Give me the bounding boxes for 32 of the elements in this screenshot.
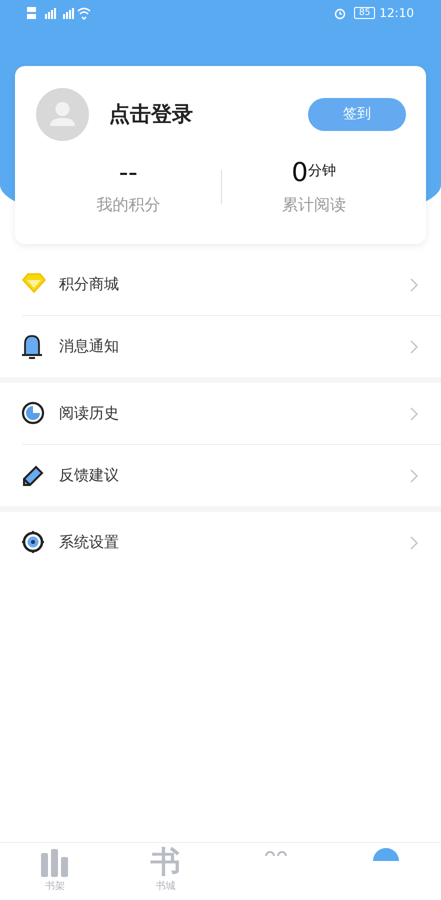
stat-value: 0 [291,157,308,189]
chevron-icon [409,406,419,422]
menu-item[interactable]: 积分商城 [0,254,441,315]
menu-label: 消息通知 [59,336,120,358]
settings-icon [21,530,47,556]
tab-label: 书城 [155,880,176,894]
login-link[interactable]: 点击登录 [109,98,193,130]
chevron-icon [409,534,419,550]
stat-unit: 分钟 [308,162,336,181]
profile-tab-icon [370,847,401,861]
menu-item[interactable]: 反馈建议 [0,445,441,506]
chevron-icon [409,276,419,292]
avatar-icon [36,88,89,141]
menu-label: 反馈建议 [59,465,120,486]
menu-label: 阅读历史 [59,403,120,424]
alarm-icon [334,6,346,20]
signal-icon [27,6,91,20]
status-time: 12:10 [379,5,414,22]
clock-icon [21,400,47,426]
menu-label: 积分商城 [59,274,120,296]
menu-item[interactable]: 系统设置 [0,512,441,573]
book-glyph-icon: 书 [150,847,180,879]
battery-icon: 85 [354,7,376,19]
menu-label: 系统设置 [59,532,120,554]
menu-item[interactable]: 阅读历史 [0,383,441,444]
stat-label: 我的积分 [96,194,160,216]
chevron-icon [409,468,419,484]
menu-item[interactable]: 消息通知 [0,316,441,377]
chevron-icon [409,338,419,354]
stat-value: -- [118,157,138,189]
tab-label: 书架 [45,880,66,894]
stat-label: 累计阅读 [282,194,346,216]
